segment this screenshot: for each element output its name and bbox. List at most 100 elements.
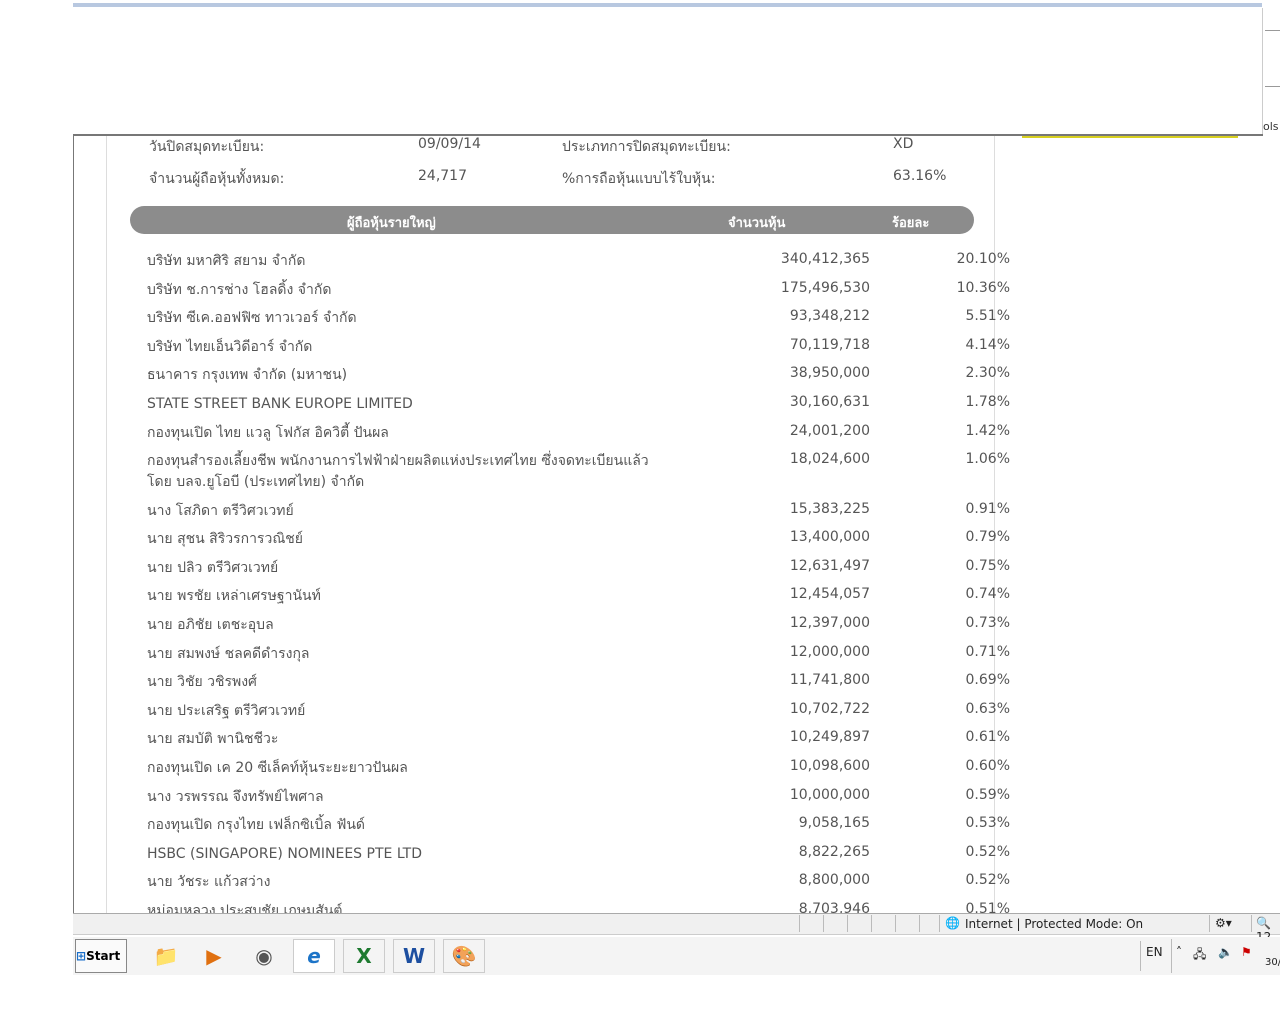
share-percent: 0.52% bbox=[965, 843, 1010, 860]
security-zone-status[interactable]: Internet | Protected Mode: On bbox=[965, 917, 1143, 931]
shareholder-name: นาย สมบัติ พานิชชีวะ bbox=[147, 731, 279, 748]
content-panel: วันปิดสมุดทะเบียน: 09/09/14 ประเภทการปิด… bbox=[106, 136, 1010, 915]
share-count: 12,454,057 bbox=[789, 586, 870, 603]
shareholder-name: นาง โสภิดา ตรีวิศวเวทย์ bbox=[147, 502, 294, 519]
share-percent: 1.06% bbox=[965, 451, 1010, 468]
page-viewport: วันปิดสมุดทะเบียน: 09/09/14 ประเภทการปิด… bbox=[73, 134, 1263, 915]
share-count: 10,702,722 bbox=[789, 700, 870, 717]
share-count: 13,400,000 bbox=[789, 529, 870, 546]
share-count: 10,098,600 bbox=[789, 758, 870, 774]
table-row: นาย สุชน สิริวรการวณิชย์ 13,400,000 0.79% bbox=[147, 524, 1010, 553]
shareholder-name: นาย ประเสริฐ ตรีวิศวเวทย์ bbox=[147, 702, 306, 719]
scripless-label: %การถือหุ้นแบบไร้ใบหุ้น: bbox=[562, 171, 716, 187]
shareholder-name: กองทุนเปิด ไทย แวลู โฟกัส อิควิตี้ ปันผล bbox=[147, 424, 389, 441]
share-percent: 5.51% bbox=[965, 308, 1010, 325]
header-name: ผู้ถือหุ้นรายใหญ่ bbox=[347, 216, 436, 231]
media-player-icon[interactable]: ▶ bbox=[193, 939, 235, 973]
tools-menu[interactable]: ols bbox=[1263, 120, 1279, 133]
shareholder-name: นาง วรพรรณ จึงทรัพย์ไพศาล bbox=[147, 788, 324, 805]
close-type-label: ประเภทการปิดสมุดทะเบียน: bbox=[562, 139, 731, 155]
share-count: 15,383,225 bbox=[789, 500, 870, 517]
share-count: 24,001,200 bbox=[789, 422, 870, 439]
table-row: บริษัท ซีเค.ออฟฟิซ ทาวเวอร์ จำกัด 93,348,… bbox=[147, 303, 1010, 332]
share-percent: 0.79% bbox=[965, 529, 1010, 546]
share-percent: 4.14% bbox=[965, 336, 1010, 353]
divider bbox=[1265, 86, 1280, 87]
shareholder-name: ธนาคาร กรุงเทพ จำกัด (มหาชน) bbox=[147, 367, 348, 384]
table-row: กองทุนเปิด กรุงไทย เฟล็กซิเบิ้ล ฟันด์ 9,0… bbox=[147, 810, 1010, 839]
share-percent: 0.75% bbox=[965, 557, 1010, 574]
table-row: ธนาคาร กรุงเทพ จำกัด (มหาชน) 38,950,000 2.… bbox=[147, 360, 1010, 389]
word-icon[interactable]: W bbox=[393, 939, 435, 973]
show-hidden-icons-icon[interactable]: ˄ bbox=[1176, 945, 1182, 959]
header-percent: ร้อยละ bbox=[892, 216, 930, 231]
share-count: 10,000,000 bbox=[789, 786, 870, 803]
file-explorer-icon[interactable]: 📁 bbox=[145, 939, 187, 973]
shareholder-name: กองทุนเปิด กรุงไทย เฟล็กซิเบิ้ล ฟันด์ bbox=[147, 817, 366, 834]
shareholder-name: นาย ปลิว ตรีวิศวเวทย์ bbox=[147, 559, 279, 576]
total-holders-label: จำนวนผู้ถือหุ้นทั้งหมด: bbox=[149, 171, 285, 187]
shareholder-name: บริษัท มหาศิริ สยาม จำกัด bbox=[147, 253, 306, 269]
chrome-icon[interactable]: ◉ bbox=[243, 939, 285, 973]
divider bbox=[1265, 30, 1280, 31]
table-row: นาย สมบัติ พานิชชีวะ 10,249,897 0.61% bbox=[147, 724, 1010, 753]
table-row: นาย อภิชัย เตชะอุบล 12,397,000 0.73% bbox=[147, 610, 1010, 639]
share-percent: 0.59% bbox=[965, 786, 1010, 803]
protected-mode-dropdown-icon[interactable]: ⚙▾ bbox=[1215, 916, 1232, 930]
share-percent: 2.30% bbox=[965, 365, 1010, 382]
shareholder-name: กองทุนสำรองเลี้ยงชีพ พนักงานการไฟฟ้าฝ่าย… bbox=[147, 453, 649, 491]
volume-icon[interactable]: 🔈 bbox=[1218, 945, 1233, 959]
share-count: 10,249,897 bbox=[789, 729, 870, 746]
status-bar: 🌐 Internet | Protected Mode: On ⚙▾ 🔍12 bbox=[73, 913, 1280, 944]
start-label: Start bbox=[86, 949, 121, 963]
share-count: 38,950,000 bbox=[789, 365, 870, 382]
share-percent: 0.91% bbox=[965, 500, 1010, 517]
share-count: 18,024,600 bbox=[789, 451, 870, 468]
share-percent: 0.60% bbox=[965, 758, 1010, 774]
shareholder-name: นาย อภิชัย เตชะอุบล bbox=[147, 617, 274, 634]
share-count: 12,631,497 bbox=[789, 557, 870, 574]
shareholder-name: HSBC (SINGAPORE) NOMINEES PTE LTD bbox=[147, 845, 423, 862]
table-row: กองทุนสำรองเลี้ยงชีพ พนักงานการไฟฟ้าฝ่าย… bbox=[147, 446, 1010, 496]
share-count: 12,397,000 bbox=[789, 615, 870, 632]
start-button[interactable]: ⊞ Start bbox=[75, 939, 127, 973]
share-count: 30,160,631 bbox=[789, 393, 870, 410]
table-row: นาย วัชระ แก้วสว่าง 8,800,000 0.52% bbox=[147, 867, 1010, 896]
total-holders-value: 24,717 bbox=[418, 168, 467, 184]
share-count: 93,348,212 bbox=[789, 308, 870, 325]
internet-explorer-icon[interactable]: e bbox=[293, 939, 335, 973]
share-count: 9,058,165 bbox=[798, 815, 870, 832]
globe-icon: 🌐 bbox=[945, 916, 960, 930]
share-count: 8,822,265 bbox=[798, 843, 870, 860]
clock[interactable]: 30/ bbox=[1265, 957, 1280, 968]
share-percent: 0.69% bbox=[965, 672, 1010, 689]
share-count: 175,496,530 bbox=[780, 279, 870, 296]
shareholder-name: บริษัท ไทยเอ็นวิดีอาร์ จำกัด bbox=[147, 338, 313, 355]
share-percent: 20.10% bbox=[956, 251, 1010, 267]
share-percent: 0.63% bbox=[965, 700, 1010, 717]
share-percent: 0.71% bbox=[965, 643, 1010, 660]
divider bbox=[1140, 941, 1141, 971]
language-indicator[interactable]: EN bbox=[1146, 945, 1163, 959]
browser-command-bar-edge: ols bbox=[1262, 8, 1280, 134]
table-row: HSBC (SINGAPORE) NOMINEES PTE LTD 8,822,2… bbox=[147, 839, 1010, 868]
table-header: ผู้ถือหุ้นรายใหญ่ จำนวนหุ้น ร้อยละ bbox=[130, 206, 974, 234]
table-row: กองทุนเปิด เค 20 ซีเล็คท์หุ้นระยะยาวปันผ… bbox=[147, 753, 1010, 782]
share-percent: 1.78% bbox=[965, 393, 1010, 410]
table-row: STATE STREET BANK EUROPE LIMITED 30,160,6… bbox=[147, 389, 1010, 418]
share-percent: 0.53% bbox=[965, 815, 1010, 832]
excel-icon[interactable]: X bbox=[343, 939, 385, 973]
banner-fragment bbox=[1022, 136, 1238, 138]
action-center-alert-icon[interactable]: ⚑ bbox=[1241, 945, 1252, 959]
table-row: นาง วรพรรณ จึงทรัพย์ไพศาล 10,000,000 0.59% bbox=[147, 782, 1010, 811]
share-count: 340,412,365 bbox=[780, 251, 870, 267]
header-shares: จำนวนหุ้น bbox=[728, 216, 786, 231]
paint-icon[interactable]: 🎨 bbox=[443, 939, 485, 973]
network-icon[interactable]: 🖧 bbox=[1193, 945, 1206, 966]
share-percent: 10.36% bbox=[956, 279, 1010, 296]
shareholder-name: STATE STREET BANK EUROPE LIMITED bbox=[147, 395, 413, 412]
share-count: 11,741,800 bbox=[789, 672, 870, 689]
table-row: บริษัท มหาศิริ สยาม จำกัด 340,412,365 20.1… bbox=[147, 246, 1010, 275]
table-row: บริษัท ช.การช่าง โฮลดิ้ง จำกัด 175,496,53… bbox=[147, 275, 1010, 304]
share-count: 8,800,000 bbox=[798, 872, 870, 889]
